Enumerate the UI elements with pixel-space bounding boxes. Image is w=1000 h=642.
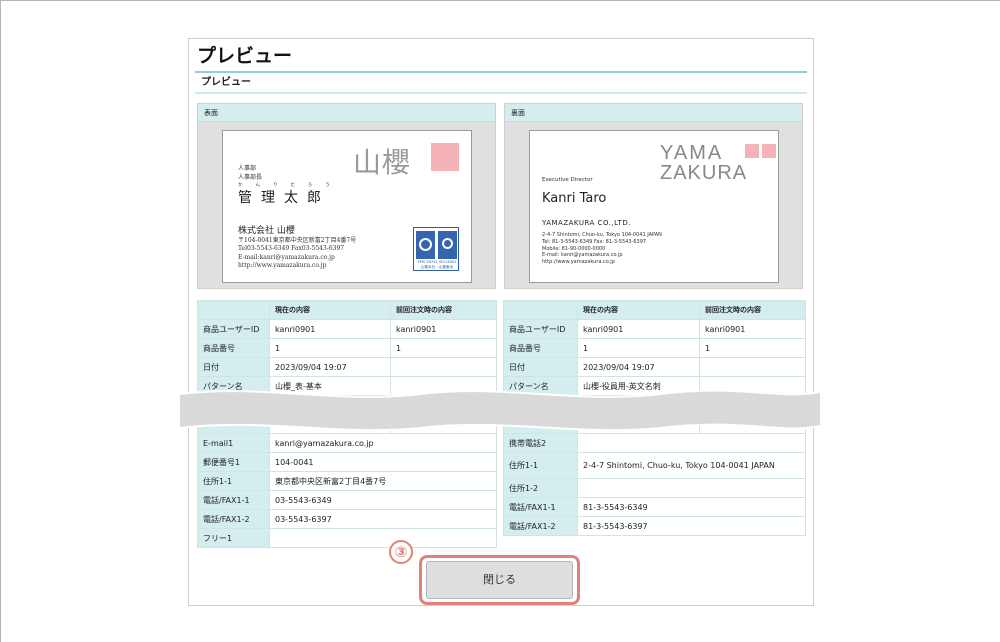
preview-panel: プレビュー プレビュー 表面 人事部 人事部長 かんりたろう 管理太郎 山櫻 株… <box>188 38 814 606</box>
table-row: 電話/FAX1-1 03-5543-6349 <box>197 490 497 510</box>
table-row: 電話/FAX1-2 81-3-5543-6397 <box>503 516 806 536</box>
logo-square <box>745 144 759 158</box>
card-name: Kanri Taro <box>542 191 607 206</box>
cert-caption: EMS 56741 ISO14001 <box>417 260 457 264</box>
card-dept: 人事部 人事部長 <box>238 165 263 181</box>
jqa-mark-icon <box>438 231 457 259</box>
table-row: 商品ユーザーID kanri0901 kanri0901 <box>197 319 497 339</box>
table-row: 日付 2023/09/04 19:07 <box>197 357 497 377</box>
card-logo-text: 山櫻 <box>353 146 412 179</box>
table-row: 商品番号 1 1 <box>503 338 806 358</box>
back-business-card: YAMA ZAKURA Executive Director Kanri Tar… <box>529 130 779 283</box>
back-label: 裏面 <box>505 104 802 122</box>
table-row: 住所1-2 <box>503 478 806 498</box>
table-row: 住所1-1 東京都中央区新富2丁目4番7号 <box>197 471 497 491</box>
card-contact: 2-4-7 Shintomi, Chuo-ku, Tokyo 104-0041 … <box>542 232 662 266</box>
close-button[interactable]: 閉じる <box>426 561 573 599</box>
table-row: 郵便番号1 104-0041 <box>197 452 497 472</box>
cert-caption: 山櫻本社・山櫻東京 <box>420 265 454 269</box>
card-company: 株式会社 山櫻 <box>238 226 295 236</box>
card-title: Executive Director <box>542 177 593 183</box>
logo-square <box>431 143 459 171</box>
certification-logo: EMS 56741 ISO14001 山櫻本社・山櫻東京 <box>413 227 459 271</box>
table-row: 電話/FAX1-1 81-3-5543-6349 <box>503 497 806 517</box>
card-contact: 〒104-0041東京都中央区新富2丁目4番7号 Tel03-5543-6349… <box>238 237 357 269</box>
torn-section-break <box>180 389 820 432</box>
table-row: 日付 2023/09/04 19:07 <box>503 357 806 377</box>
table-row: 電話/FAX1-2 03-5543-6397 <box>197 509 497 529</box>
table-row: 商品ユーザーID kanri0901 kanri0901 <box>503 319 806 339</box>
page-title: プレビュー <box>197 45 293 67</box>
step-number-badge: ③ <box>389 540 413 564</box>
iso-mark-icon <box>416 231 435 259</box>
logo-square <box>762 144 776 158</box>
table-header-row: 現在の内容 前回注文時の内容 <box>197 300 497 320</box>
table-row: 住所1-1 2-4-7 Shintomi, Chuo-ku, Tokyo 104… <box>503 452 806 479</box>
front-business-card: 人事部 人事部長 かんりたろう 管理太郎 山櫻 株式会社 山櫻 〒104-004… <box>222 130 472 283</box>
table-row: フリー1 <box>197 528 497 548</box>
front-label: 表面 <box>198 104 495 122</box>
table-header-row: 現在の内容 前回注文時の内容 <box>503 300 806 320</box>
card-logo-line2: ZAKURA <box>660 162 748 184</box>
table-row: 商品番号 1 1 <box>197 338 497 358</box>
back-card-area: 裏面 YAMA ZAKURA Executive Director Kanri … <box>504 103 803 289</box>
card-company: YAMAZAKURA CO.,LTD. <box>542 219 631 227</box>
card-name: 管理太郎 <box>238 190 330 206</box>
section-header: プレビュー <box>195 71 807 94</box>
front-card-area: 表面 人事部 人事部長 かんりたろう 管理太郎 山櫻 株式会社 山櫻 〒104-… <box>197 103 496 289</box>
